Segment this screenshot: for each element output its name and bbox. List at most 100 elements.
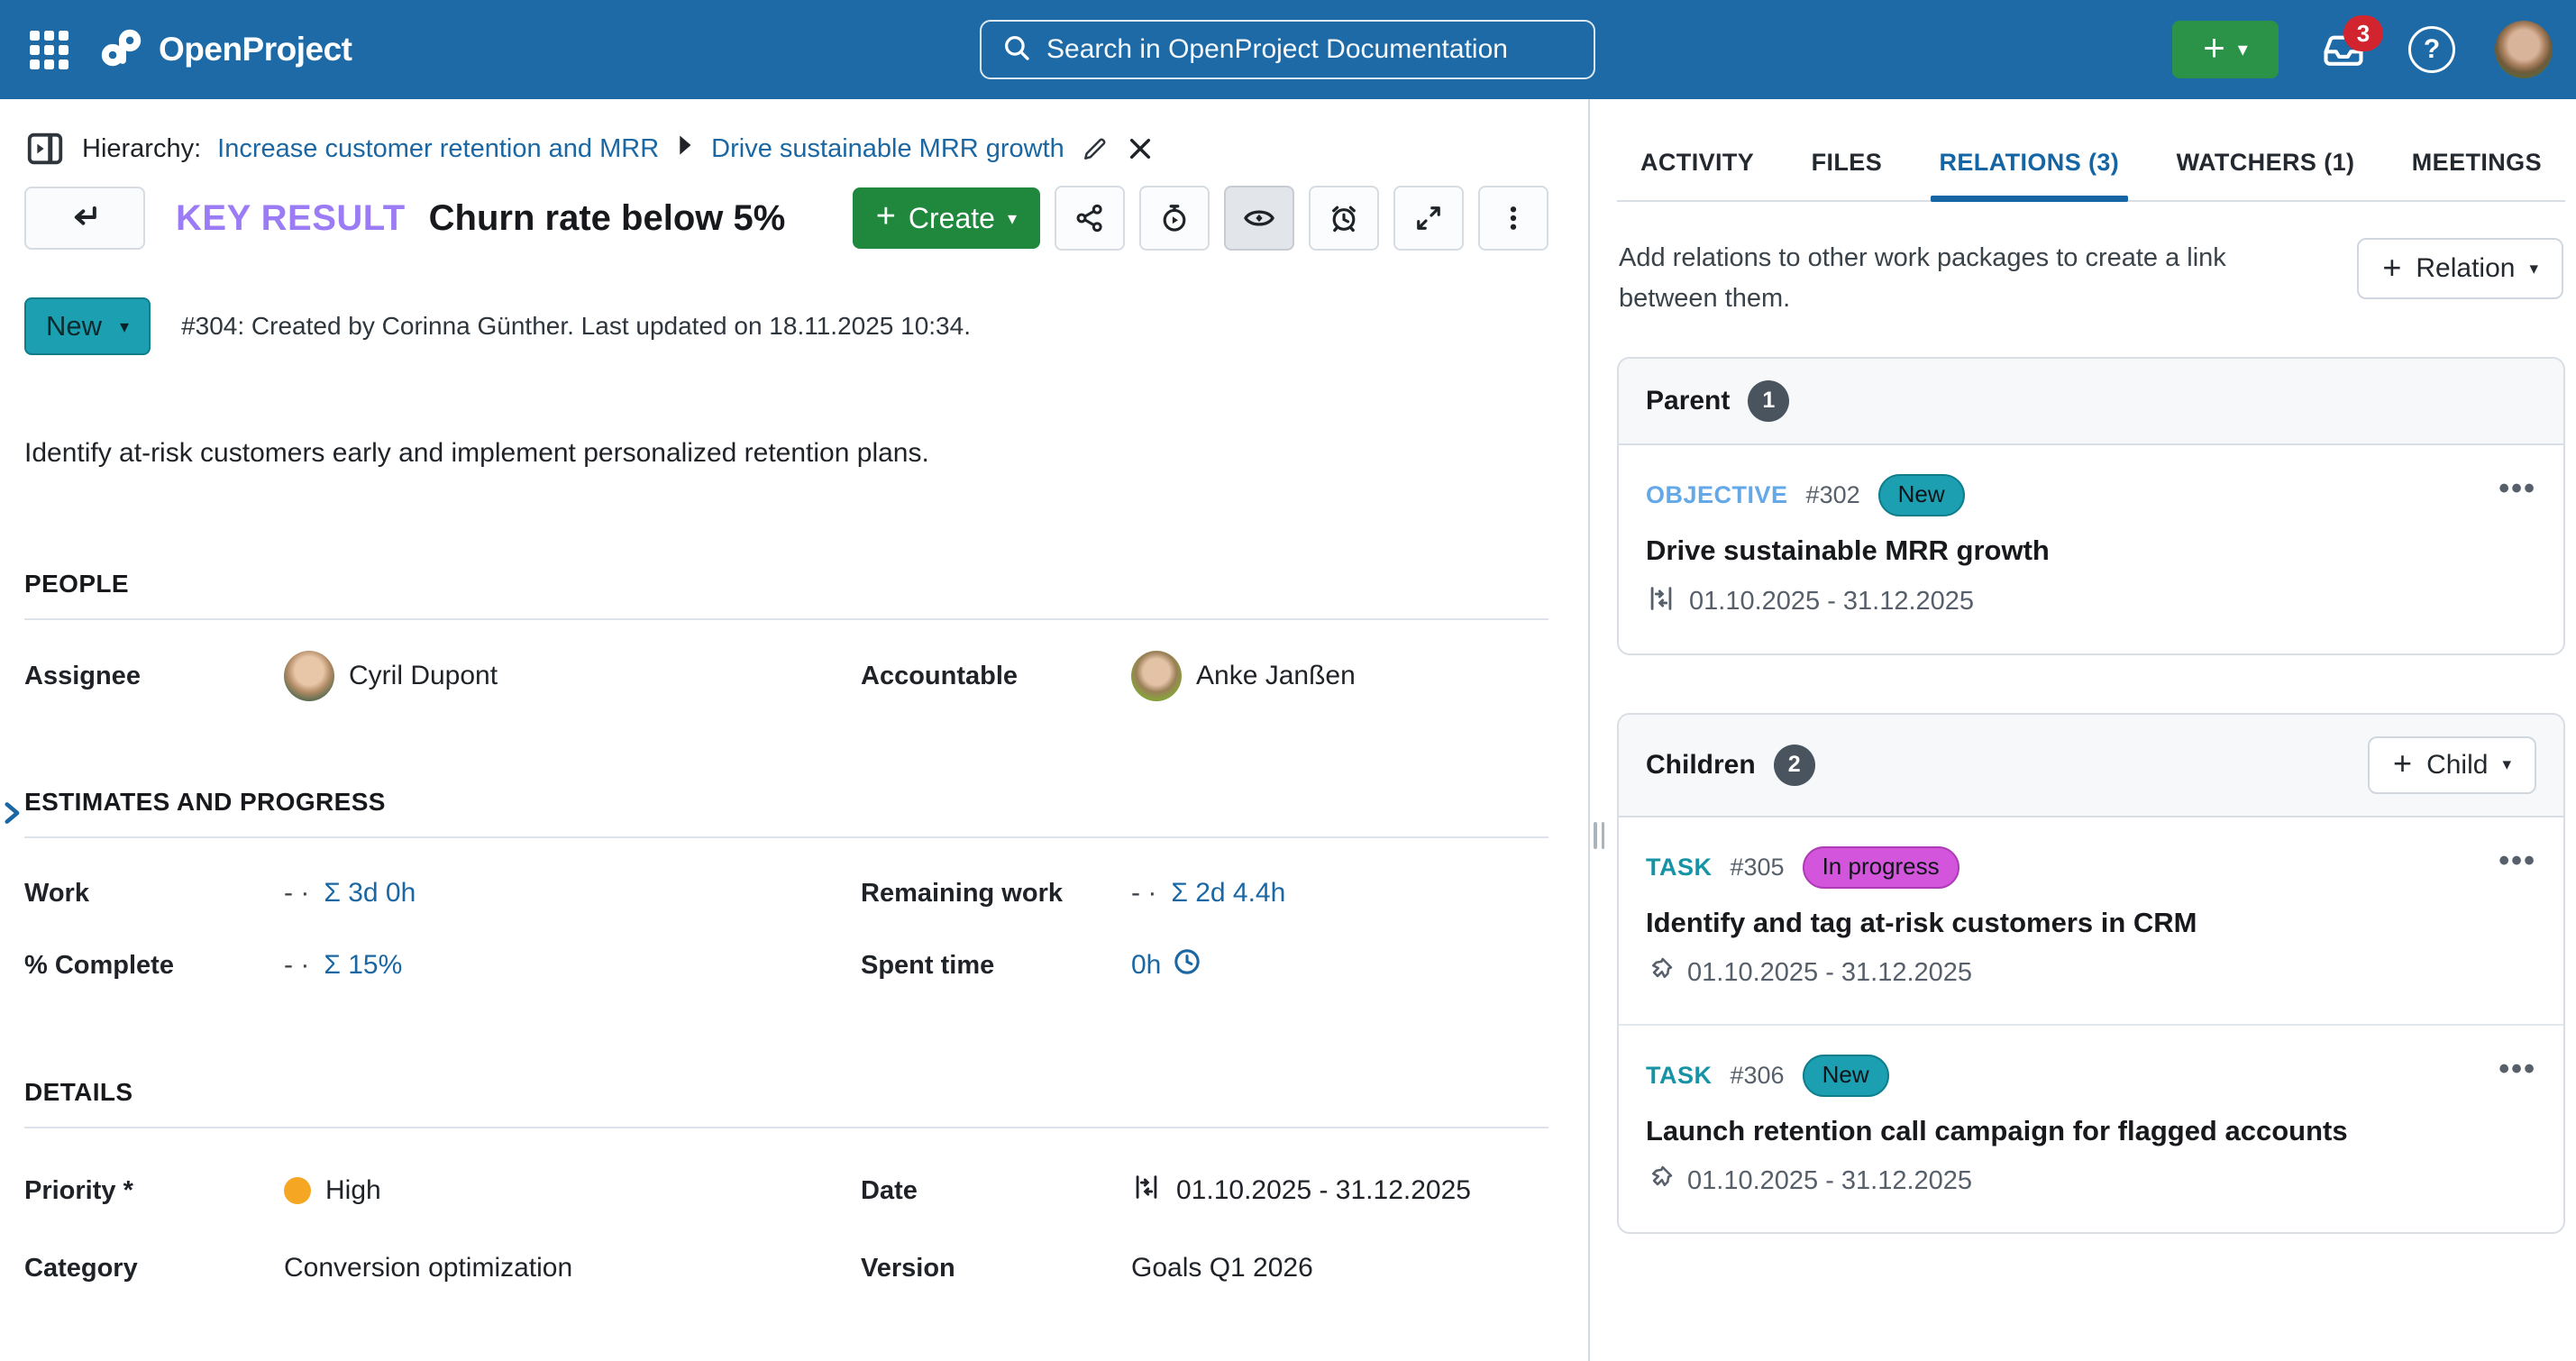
search-icon	[1001, 32, 1032, 68]
openproject-logo-mark-icon	[99, 28, 146, 72]
user-avatar[interactable]	[2495, 21, 2553, 78]
add-child-button[interactable]: + Child ▾	[2368, 736, 2536, 794]
hierarchy-label: Hierarchy:	[82, 134, 201, 164]
complete-sum-link[interactable]: Σ 15%	[324, 950, 402, 981]
fullscreen-button[interactable]	[1393, 186, 1464, 251]
top-header: OpenProject + ▾ 3 ?	[0, 0, 2576, 99]
work-sum-link[interactable]: Σ 3d 0h	[324, 878, 416, 909]
parent-count-badge: 1	[1748, 380, 1789, 422]
item-more-options-icon[interactable]: •••	[2498, 483, 2536, 508]
breadcrumb-link-parent[interactable]: Increase customer retention and MRR	[217, 134, 659, 164]
status-pill: New	[1803, 1055, 1889, 1097]
estimates-fields: Work - · Σ 3d 0h Remaining work - · Σ 2d…	[24, 878, 1548, 984]
relation-item-title[interactable]: Launch retention call campaign for flagg…	[1646, 1115, 2536, 1147]
spent-time-link[interactable]: 0h	[1131, 946, 1202, 984]
relation-item-meta: OBJECTIVE #302 New •••	[1646, 474, 2536, 516]
search-input[interactable]	[1046, 34, 1574, 65]
work-value[interactable]: - · Σ 3d 0h	[284, 878, 861, 909]
item-more-options-icon[interactable]: •••	[2498, 855, 2536, 881]
accountable-name[interactable]: Anke Janßen	[1196, 661, 1356, 691]
plus-icon: +	[2382, 249, 2401, 287]
panel-toggle-icon[interactable]	[24, 128, 66, 169]
children-group-title: Children	[1646, 750, 1756, 781]
assignee-name[interactable]: Cyril Dupont	[349, 661, 498, 691]
title-actions: + Create ▾	[853, 186, 1548, 251]
work-package-title[interactable]: Churn rate below 5%	[429, 198, 786, 239]
app-grid-icon[interactable]	[25, 26, 72, 73]
relation-item-child: TASK #306 New ••• Launch retention call …	[1619, 1024, 2563, 1232]
alarm-clock-icon	[1328, 202, 1360, 234]
date-value[interactable]: 01.10.2025 - 31.12.2025	[1131, 1172, 1548, 1210]
relation-item-meta: TASK #305 In progress •••	[1646, 846, 2536, 889]
share-button[interactable]	[1055, 186, 1125, 251]
version-value[interactable]: Goals Q1 2026	[1131, 1253, 1548, 1283]
relation-item-title[interactable]: Drive sustainable MRR growth	[1646, 534, 2536, 567]
tab-files[interactable]: FILES	[1808, 149, 1886, 200]
chevron-down-icon: ▾	[1008, 207, 1017, 230]
topbar-left: OpenProject	[25, 26, 352, 73]
date-label: Date	[861, 1176, 1131, 1206]
search-box[interactable]	[980, 20, 1595, 79]
plus-icon: +	[2393, 744, 2412, 782]
edit-pencil-icon[interactable]	[1081, 134, 1110, 163]
priority-high-dot-icon	[284, 1177, 311, 1204]
panel-resize-handle[interactable]	[1594, 822, 1604, 849]
chevron-down-icon: ▾	[2529, 259, 2538, 279]
tab-meetings[interactable]: MEETINGS	[2408, 149, 2545, 200]
relation-item-dates: 01.10.2025 - 31.12.2025	[1646, 583, 2536, 621]
work-package-detail: Hierarchy: Increase customer retention a…	[0, 99, 1588, 1361]
work-label: Work	[24, 879, 284, 909]
stopwatch-icon	[1158, 202, 1191, 234]
people-fields: Assignee Cyril Dupont Accountable Anke J…	[24, 651, 1548, 701]
add-relation-button[interactable]: + Relation ▾	[2357, 238, 2563, 299]
status-dropdown[interactable]: New ▾	[24, 297, 151, 355]
remaining-work-value[interactable]: - · Σ 2d 4.4h	[1131, 878, 1548, 909]
collapse-chevron-icon[interactable]	[2, 800, 22, 832]
expand-icon	[1412, 202, 1445, 234]
spent-time-value[interactable]: 0h	[1131, 946, 1548, 984]
remaining-sum-link[interactable]: Σ 2d 4.4h	[1171, 878, 1285, 909]
item-more-options-icon[interactable]: •••	[2498, 1064, 2536, 1089]
status-value: New	[46, 310, 102, 343]
help-button[interactable]: ?	[2408, 26, 2455, 73]
work-package-type-label: TASK	[1646, 1062, 1713, 1090]
status-pill: In progress	[1803, 846, 1959, 889]
work-package-id[interactable]: #302	[1806, 481, 1860, 509]
start-timer-button[interactable]	[1139, 186, 1210, 251]
global-add-button[interactable]: + ▾	[2172, 21, 2279, 78]
work-package-id[interactable]: #306	[1731, 1062, 1785, 1090]
close-icon[interactable]	[1126, 134, 1155, 163]
work-package-id[interactable]: #305	[1731, 854, 1785, 881]
relation-item-title[interactable]: Identify and tag at-risk customers in CR…	[1646, 907, 2536, 939]
openproject-logo[interactable]: OpenProject	[99, 28, 352, 72]
breadcrumb-link-current[interactable]: Drive sustainable MRR growth	[711, 134, 1064, 164]
share-icon	[1073, 202, 1106, 234]
plus-icon: +	[876, 197, 896, 236]
percent-complete-label: % Complete	[24, 951, 284, 981]
notifications-button[interactable]: 3	[2318, 24, 2369, 75]
details-fields: Priority * High Date 01.10.2025 - 31.12.…	[24, 1172, 1548, 1283]
percent-complete-value[interactable]: - · Σ 15%	[284, 950, 861, 981]
relation-item-child: TASK #305 In progress ••• Identify and t…	[1619, 818, 2563, 1024]
chevron-down-icon: ▾	[2502, 754, 2511, 775]
description-field[interactable]: Identify at-risk customers early and imp…	[24, 438, 1548, 469]
work-package-type[interactable]: KEY RESULT	[176, 198, 406, 239]
watch-button[interactable]	[1224, 186, 1294, 251]
parent-relations-card: Parent 1 OBJECTIVE #302 New ••• Drive su…	[1617, 357, 2565, 655]
tab-activity[interactable]: ACTIVITY	[1637, 149, 1758, 200]
relations-intro-row: Add relations to other work packages to …	[1617, 238, 2565, 319]
accountable-value[interactable]: Anke Janßen	[1131, 651, 1548, 701]
category-value[interactable]: Conversion optimization	[284, 1253, 861, 1283]
more-options-button[interactable]	[1478, 186, 1548, 251]
tab-relations[interactable]: RELATIONS (3)	[1936, 149, 2124, 200]
tab-watchers[interactable]: WATCHERS (1)	[2173, 149, 2359, 200]
estimates-section-heading: ESTIMATES AND PROGRESS	[24, 788, 1548, 817]
assignee-value[interactable]: Cyril Dupont	[284, 651, 861, 701]
children-count-badge: 2	[1774, 744, 1815, 786]
reminder-button[interactable]	[1309, 186, 1379, 251]
priority-value[interactable]: High	[284, 1175, 861, 1206]
relation-item-dates: 01.10.2025 - 31.12.2025	[1646, 1164, 2536, 1200]
create-button[interactable]: + Create ▾	[853, 187, 1040, 249]
back-button[interactable]	[24, 187, 145, 250]
work-package-type-label: TASK	[1646, 854, 1713, 881]
